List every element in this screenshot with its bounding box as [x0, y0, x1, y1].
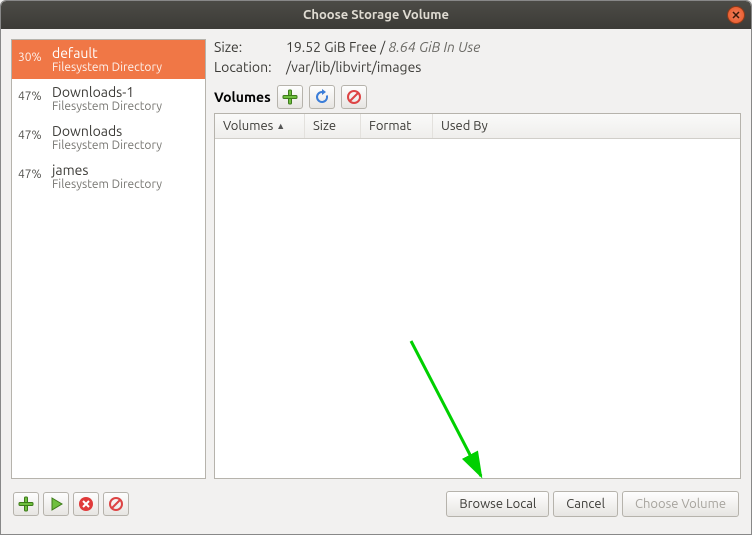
plus-icon — [282, 89, 298, 105]
delete-volume-button[interactable] — [341, 85, 367, 109]
cancel-button[interactable]: Cancel — [553, 491, 618, 517]
volumes-label: Volumes — [214, 89, 271, 105]
add-volume-button[interactable] — [277, 85, 303, 109]
add-pool-button[interactable] — [13, 492, 39, 516]
size-used: 8.64 GiB In Use — [388, 39, 480, 55]
play-icon — [48, 496, 64, 512]
browse-local-button[interactable]: Browse Local — [446, 491, 549, 517]
pool-info: Size: 19.52 GiB Free / 8.64 GiB In Use L… — [214, 39, 741, 79]
col-volumes[interactable]: Volumes — [215, 114, 305, 138]
col-format[interactable]: Format — [361, 114, 433, 138]
pool-item-default[interactable]: 30% default Filesystem Directory — [12, 40, 205, 79]
table-body — [215, 139, 740, 478]
refresh-icon — [314, 89, 330, 105]
pool-type: Filesystem Directory — [52, 61, 199, 74]
close-icon[interactable]: ✕ — [727, 6, 745, 24]
pool-usage: 47% — [18, 162, 52, 181]
prohibit-icon — [108, 496, 124, 512]
pool-name: james — [52, 162, 199, 178]
delete-pool-button[interactable] — [103, 492, 129, 516]
plus-icon — [18, 496, 34, 512]
stop-icon — [78, 496, 94, 512]
size-label: Size: — [214, 39, 286, 55]
pool-item-downloads[interactable]: 47% Downloads Filesystem Directory — [12, 118, 205, 157]
location-label: Location: — [214, 59, 286, 75]
window-title: Choose Storage Volume — [303, 8, 449, 22]
location-value: /var/lib/libvirt/images — [286, 59, 421, 75]
pool-name: Downloads-1 — [52, 84, 199, 100]
pool-type: Filesystem Directory — [52, 178, 199, 191]
stop-pool-button[interactable] — [73, 492, 99, 516]
choose-volume-button: Choose Volume — [622, 491, 739, 517]
pool-name: Downloads — [52, 123, 199, 139]
start-pool-button[interactable] — [43, 492, 69, 516]
pool-list: 30% default Filesystem Directory 47% Dow… — [11, 39, 206, 479]
pool-name: default — [52, 45, 199, 61]
prohibit-icon — [346, 89, 362, 105]
pool-item-james[interactable]: 47% james Filesystem Directory — [12, 157, 205, 196]
titlebar: Choose Storage Volume ✕ — [1, 1, 751, 29]
pool-type: Filesystem Directory — [52, 100, 199, 113]
col-size[interactable]: Size — [305, 114, 361, 138]
pool-item-downloads1[interactable]: 47% Downloads-1 Filesystem Directory — [12, 79, 205, 118]
pool-usage: 47% — [18, 123, 52, 142]
refresh-button[interactable] — [309, 85, 335, 109]
pool-usage: 30% — [18, 45, 52, 64]
pool-usage: 47% — [18, 84, 52, 103]
size-free: 19.52 GiB Free — [286, 39, 377, 55]
pool-type: Filesystem Directory — [52, 139, 199, 152]
volumes-table: Volumes Size Format Used By — [214, 113, 741, 479]
col-usedby[interactable]: Used By — [433, 114, 740, 138]
